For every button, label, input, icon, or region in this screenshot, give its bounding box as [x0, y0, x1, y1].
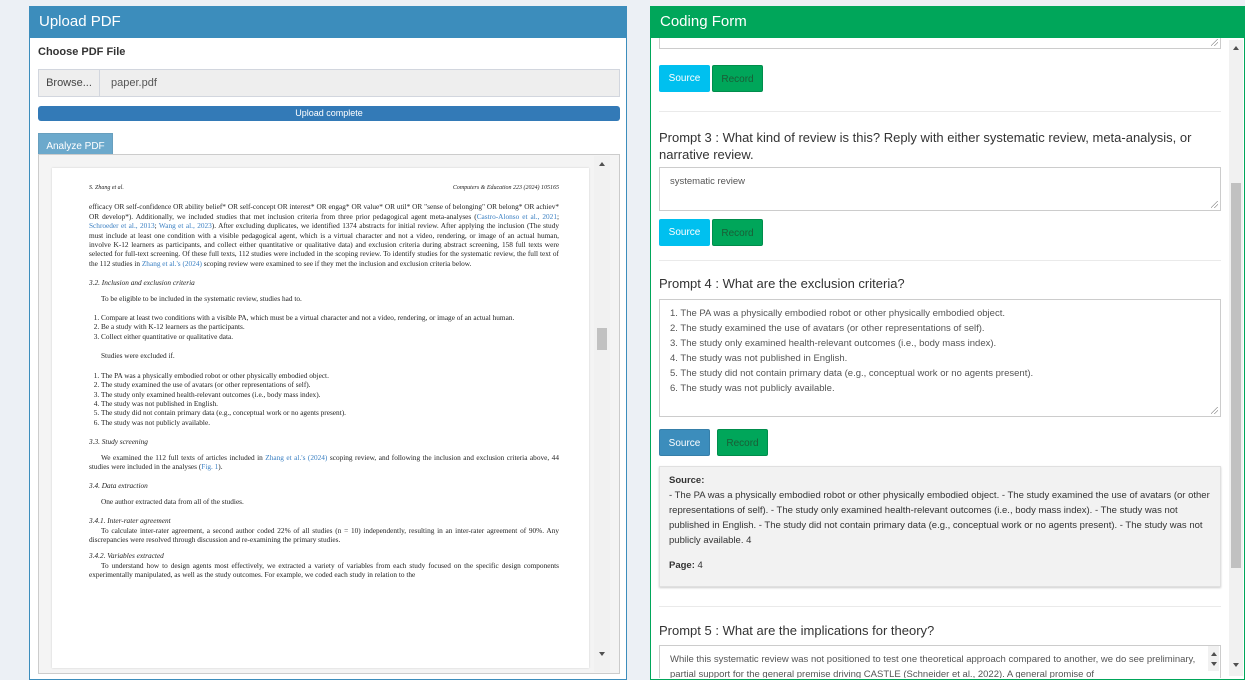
scroll-up-icon[interactable] — [1233, 46, 1239, 50]
pdf-header-authors: S. Zhang et al. — [89, 185, 124, 191]
answer-4-line: 3. The study only examined health-releva… — [670, 338, 997, 349]
coding-form-scroll-area[interactable]: Source Record Prompt 3 : What kind of re… — [652, 38, 1229, 678]
citation-link[interactable]: Schroeder et al., 2013 — [89, 221, 155, 230]
record-button[interactable]: Record — [712, 219, 763, 246]
scroll-up-icon[interactable] — [1211, 652, 1217, 656]
source-result-box: Source: - The PA was a physically embodi… — [659, 466, 1221, 587]
answer-textarea-3[interactable]: systematic review — [659, 167, 1221, 211]
source-button[interactable]: Source — [659, 219, 710, 246]
inclusion-list: Compare at least two conditions with a v… — [89, 313, 559, 341]
divider — [659, 111, 1221, 112]
divider — [659, 260, 1221, 261]
form-scroll-thumb[interactable] — [1231, 183, 1241, 568]
browse-button[interactable]: Browse... — [39, 70, 100, 96]
answer-textarea-4[interactable]: 1. The PA was a physically embodied robo… — [659, 299, 1221, 417]
section-heading: 3.2. Inclusion and exclusion criteria — [89, 278, 195, 288]
pdf-text: S. Zhang et al. Computers & Education 22… — [89, 182, 559, 580]
list-item: The study was not publicly available. — [101, 418, 559, 427]
list-item: The study examined the use of avatars (o… — [101, 380, 559, 389]
citation-link[interactable]: Zhang et al.'s (2024) — [265, 453, 327, 462]
source-heading: Source: — [669, 475, 705, 486]
answer-4-line: 6. The study was not publicly available. — [670, 383, 835, 394]
prompt-4-label: Prompt 4 : What are the exclusion criter… — [659, 276, 905, 291]
prompt-5-label: Prompt 5 : What are the implications for… — [659, 623, 935, 638]
source-button[interactable]: Source — [659, 65, 710, 92]
pdf-running-header: S. Zhang et al. Computers & Education 22… — [89, 184, 559, 193]
pdf-paragraph: We examined the 112 full texts of articl… — [89, 452, 559, 471]
resize-handle-icon[interactable] — [1211, 407, 1218, 414]
record-button[interactable]: Record — [717, 429, 768, 456]
answer-4-line: 4. The study was not published in Englis… — [670, 353, 848, 364]
scroll-down-icon[interactable] — [1211, 662, 1217, 666]
pdf-paragraph: One author extracted data from all of th… — [101, 496, 244, 506]
textarea-5-scrollbar[interactable] — [1208, 646, 1219, 671]
section-heading: 3.4.1. Inter-rater agreement — [89, 516, 171, 526]
answer-textarea-5[interactable]: While this systematic review was not pos… — [659, 645, 1221, 678]
pdf-paragraph: To be eligible to be included in the sys… — [101, 293, 302, 303]
upload-pdf-title: Upload PDF — [30, 6, 626, 38]
section-heading: 3.4.2. Variables extracted — [89, 551, 164, 561]
source-button-active[interactable]: Source — [659, 429, 710, 456]
list-item: The PA was a physically embodied robot o… — [101, 371, 559, 380]
scroll-up-icon[interactable] — [599, 162, 605, 166]
answer-5-text: While this systematic review was not pos… — [670, 654, 1196, 678]
exclusion-list: The PA was a physically embodied robot o… — [89, 371, 559, 427]
upload-progress-bar: Upload complete — [38, 106, 620, 121]
answer-4-line: 5. The study did not contain primary dat… — [670, 368, 1034, 379]
pdf-viewer[interactable]: S. Zhang et al. Computers & Education 22… — [38, 154, 620, 674]
record-button[interactable]: Record — [712, 65, 763, 92]
coding-form-scrollbar[interactable] — [1229, 40, 1243, 676]
answer-3-text: systematic review — [670, 176, 745, 187]
coding-form-panel: Coding Form Source Record Prompt 3 : Wha… — [650, 6, 1245, 680]
pdf-paragraph: efficacy OR self-confidence OR ability b… — [89, 202, 560, 268]
pdf-paragraph: To calculate inter-rater agreement, a se… — [89, 525, 559, 544]
list-item: The study was not published in English. — [101, 399, 559, 408]
coding-form-title: Coding Form — [651, 6, 1244, 38]
answer-4-line: 1. The PA was a physically embodied robo… — [670, 308, 1005, 319]
scroll-down-icon[interactable] — [1233, 663, 1239, 667]
prompt-3-label: Prompt 3 : What kind of review is this? … — [659, 130, 1192, 162]
answer-4-line: 2. The study examined the use of avatars… — [670, 323, 985, 334]
section-heading: 3.4. Data extraction — [89, 481, 148, 491]
upload-progress-fill: Upload complete — [38, 106, 620, 121]
list-item: The study did not contain primary data (… — [101, 408, 559, 417]
pdf-page: S. Zhang et al. Computers & Education 22… — [52, 168, 589, 668]
citation-link[interactable]: Fig. 1 — [201, 462, 218, 471]
page-label: Page: — [669, 560, 695, 571]
section-heading: 3.3. Study screening — [89, 437, 148, 447]
list-item: The study only examined health-relevant … — [101, 390, 559, 399]
citation-link[interactable]: Wang et al., 2023 — [159, 221, 212, 230]
pdf-scrollbar[interactable] — [594, 156, 610, 672]
page-value: 4 — [697, 560, 703, 571]
file-input[interactable]: Browse... paper.pdf — [38, 69, 620, 97]
pdf-paragraph: Studies were excluded if. — [101, 351, 175, 361]
list-item: Compare at least two conditions with a v… — [101, 313, 559, 322]
upload-pdf-panel: Upload PDF Choose PDF File Browse... pap… — [29, 6, 627, 680]
choose-file-label: Choose PDF File — [38, 46, 126, 58]
list-item: Collect either quantitative or qualitati… — [101, 332, 559, 341]
citation-link[interactable]: Castro-Alonso et al., 2021 — [477, 212, 557, 221]
scroll-down-icon[interactable] — [599, 652, 605, 656]
answer-textarea-2[interactable] — [659, 38, 1221, 49]
resize-handle-icon[interactable] — [1211, 201, 1218, 208]
pdf-header-journal: Computers & Education 223 (2024) 105165 — [452, 185, 559, 191]
citation-link[interactable]: Zhang et al.'s (2024) — [142, 259, 202, 268]
source-text: - The PA was a physically embodied robot… — [669, 490, 1210, 546]
selected-file-name: paper.pdf — [111, 77, 157, 89]
list-item: Be a study with K-12 learners as the par… — [101, 322, 559, 331]
divider — [659, 606, 1221, 607]
resize-handle-icon[interactable] — [1211, 39, 1218, 46]
pdf-paragraph: To understand how to design agents most … — [89, 560, 559, 580]
pdf-scroll-thumb[interactable] — [597, 328, 607, 350]
